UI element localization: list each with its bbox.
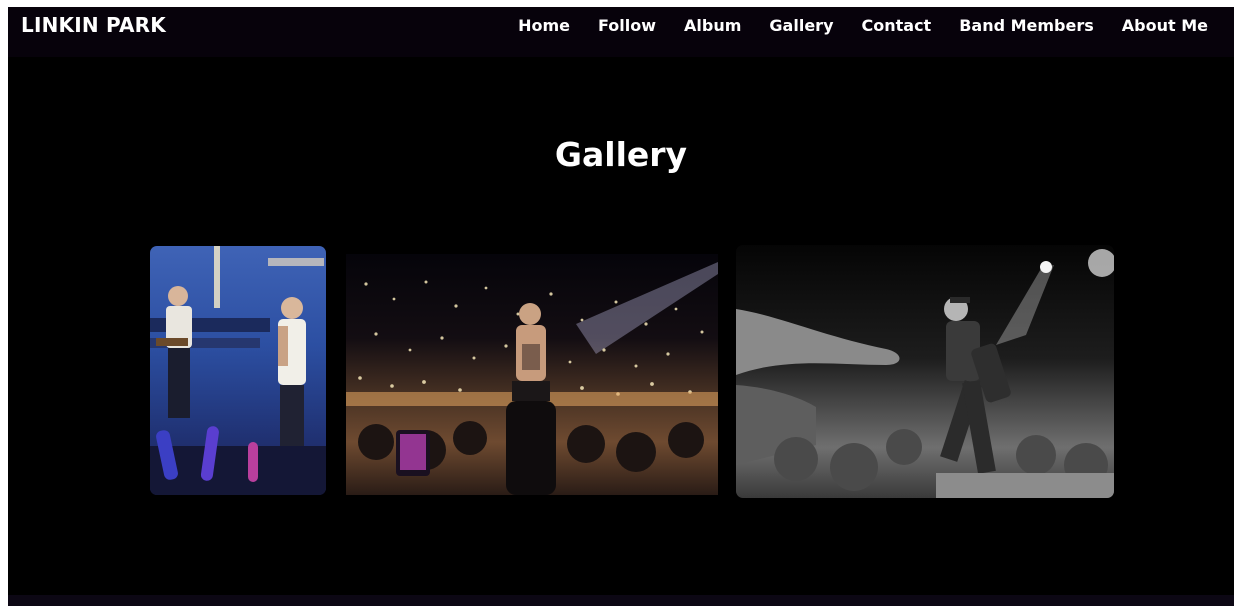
nav-link-gallery[interactable]: Gallery: [769, 16, 833, 35]
nav-links: Home Follow Album Gallery Contact Band M…: [490, 7, 1208, 43]
page-frame: LINKIN PARK Home Follow Album Gallery Co…: [8, 7, 1234, 606]
nav-link-follow[interactable]: Follow: [598, 16, 656, 35]
gallery-photo-band-on-stage[interactable]: [150, 246, 326, 495]
gallery-photo-crowd-lights[interactable]: [346, 254, 718, 495]
nav-link-home[interactable]: Home: [518, 16, 570, 35]
gallery-photo-bw-performance[interactable]: [736, 245, 1114, 498]
footer-strip: [8, 595, 1234, 606]
nav-link-about-me[interactable]: About Me: [1122, 16, 1208, 35]
brand-logo[interactable]: LINKIN PARK: [21, 7, 166, 43]
band-on-stage-illustration: [150, 246, 326, 495]
gallery-title: Gallery: [554, 135, 688, 174]
nav-link-band-members[interactable]: Band Members: [959, 16, 1094, 35]
nav-link-contact[interactable]: Contact: [862, 16, 932, 35]
navbar: LINKIN PARK Home Follow Album Gallery Co…: [8, 7, 1234, 57]
bw-performance-illustration: [736, 249, 1114, 498]
nav-link-album[interactable]: Album: [684, 16, 741, 35]
crowd-lights-illustration: [346, 262, 718, 495]
